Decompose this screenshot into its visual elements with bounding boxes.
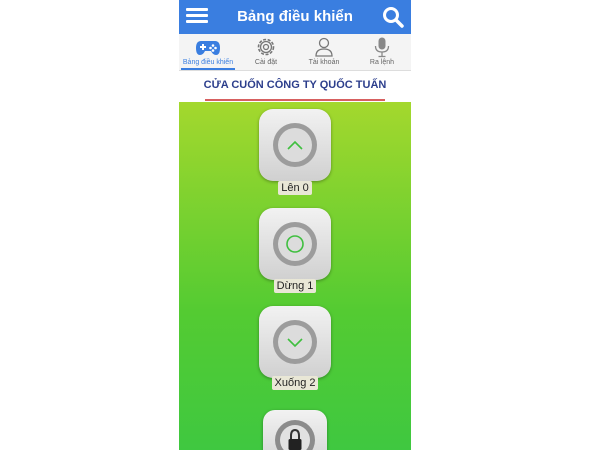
tab-label: Ra lệnh — [369, 59, 395, 66]
tab-dashboard[interactable]: Bảng điều khiển — [179, 34, 237, 70]
control-area: Lên 0 Dừng 1 Xuống 2 — [179, 102, 411, 450]
up-label: Lên 0 — [179, 181, 411, 195]
person-icon — [315, 37, 333, 57]
down-label-text: Xuống 2 — [271, 376, 319, 390]
up-button[interactable] — [259, 109, 331, 181]
tab-account[interactable]: Tài khoản — [295, 34, 353, 70]
gear-icon — [257, 38, 275, 56]
company-banner: CỬA CUỐN CÔNG TY QUỐC TUẤN — [179, 71, 411, 102]
arrow-down-icon — [287, 338, 303, 348]
tab-bar: Bảng điều khiển Cài đặt Tài khoản Ra lện… — [179, 34, 411, 71]
tab-label: Cài đặt — [254, 59, 278, 66]
tab-label: Bảng điều khiển — [182, 59, 234, 66]
gamepad-icon — [196, 41, 220, 55]
lock-button[interactable] — [263, 410, 327, 450]
tab-voice-command[interactable]: Ra lệnh — [353, 34, 411, 70]
down-label: Xuống 2 — [179, 376, 411, 390]
down-button[interactable] — [259, 306, 331, 378]
stop-label: Dừng 1 — [179, 279, 411, 293]
stop-button[interactable] — [259, 208, 331, 280]
tab-settings[interactable]: Cài đặt — [237, 34, 295, 70]
up-label-text: Lên 0 — [278, 181, 312, 195]
phone-screen: Bảng điều khiển Bảng điều khiển Cài đặt … — [179, 0, 411, 450]
arrow-up-icon — [287, 140, 303, 150]
tab-label: Tài khoản — [308, 59, 340, 66]
lock-icon — [288, 428, 302, 450]
stop-circle-icon — [286, 235, 304, 253]
divider — [205, 99, 385, 101]
microphone-icon — [374, 37, 390, 58]
company-name: CỬA CUỐN CÔNG TY QUỐC TUẤN — [203, 79, 387, 91]
stop-label-text: Dừng 1 — [273, 279, 317, 293]
page-title: Bảng điều khiển — [237, 8, 353, 25]
app-header: Bảng điều khiển — [179, 0, 411, 34]
search-icon[interactable] — [381, 5, 405, 29]
